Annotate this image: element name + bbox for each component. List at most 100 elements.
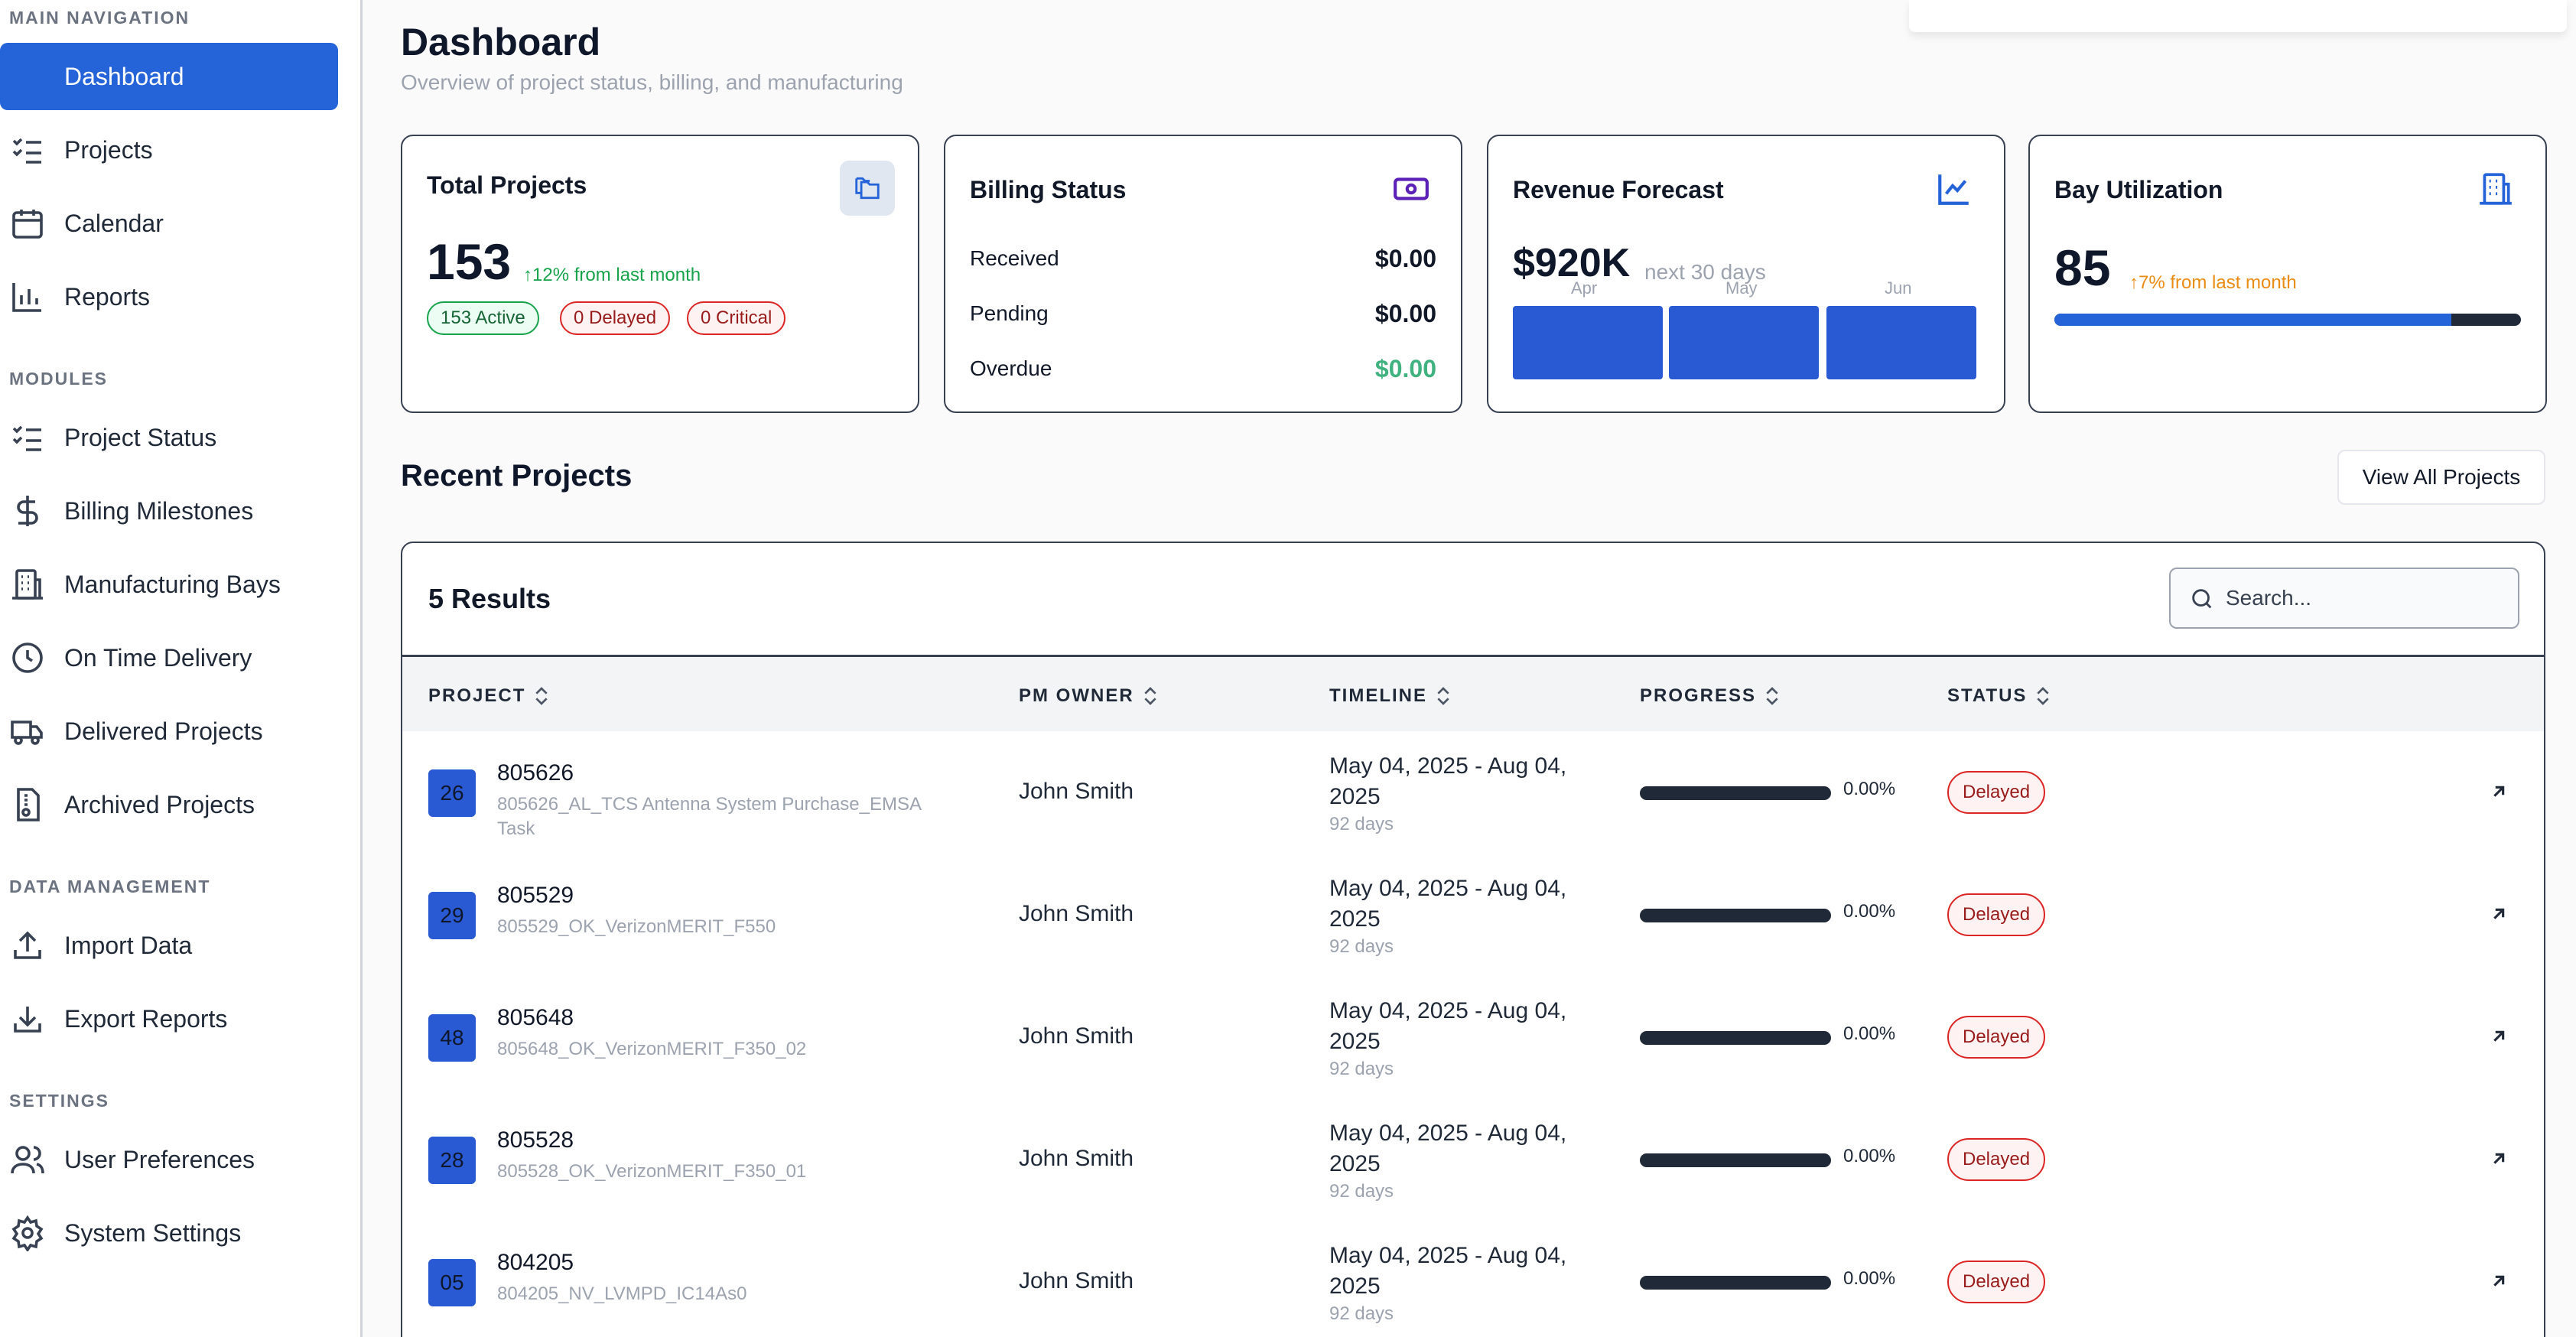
- sidebar-item-label: Reports: [64, 282, 151, 311]
- bay-utilization-value: 85: [2054, 239, 2111, 296]
- column-header-label: STATUS: [1947, 685, 2028, 706]
- sidebar-item-system-settings[interactable]: System Settings: [0, 1199, 338, 1267]
- results-count: 5 Results: [428, 583, 551, 614]
- bay-utilization-fill: [2054, 314, 2451, 326]
- app-root: MAIN NAVIGATION Dashboard Projects Calen…: [0, 0, 2576, 1337]
- sidebar-item-projects[interactable]: Projects: [0, 116, 338, 184]
- sidebar-item-reports[interactable]: Reports: [0, 263, 338, 330]
- total-projects-card: Total Projects 153 ↑12% from last month …: [401, 135, 919, 413]
- bay-utilization-bar: [2054, 314, 2521, 326]
- sidebar-item-manufacturing-bays[interactable]: Manufacturing Bays: [0, 551, 338, 618]
- table-row[interactable]: 05 804205 804205_NV_LVMPD_IC14As0 John S…: [402, 1221, 2544, 1337]
- page-subtitle: Overview of project status, billing, and…: [401, 70, 903, 94]
- sidebar-item-label: Archived Projects: [64, 790, 255, 818]
- section-title-settings: SETTINGS: [9, 1091, 110, 1111]
- money-icon: [1394, 177, 1429, 200]
- view-all-projects-button[interactable]: View All Projects: [2337, 450, 2545, 505]
- sidebar-item-archived-projects[interactable]: Archived Projects: [0, 771, 338, 838]
- sidebar-item-calendar[interactable]: Calendar: [0, 190, 338, 257]
- progress-percent: 0.00%: [1843, 1023, 1896, 1044]
- table-header: PROJECT PM OWNER TIMELINE PROGRESS STATU…: [402, 655, 2544, 731]
- sort-icon: [1144, 687, 1156, 705]
- project-id: 805528: [497, 1127, 574, 1153]
- timeline: May 04, 2025 - Aug 04, 2025 92 days: [1329, 996, 1589, 1082]
- trend-text: 12% from last month: [532, 265, 701, 285]
- search-icon: [2192, 589, 2212, 609]
- folders-icon-box: [840, 161, 895, 216]
- sidebar-item-label: Projects: [64, 135, 153, 164]
- revenue-bar-may: [1669, 306, 1819, 379]
- delayed-pill: 0 Delayed: [560, 301, 671, 335]
- sidebar-item-billing-milestones[interactable]: Billing Milestones: [0, 477, 338, 545]
- column-header-status[interactable]: STATUS: [1947, 685, 2051, 708]
- sidebar-item-import-data[interactable]: Import Data: [0, 912, 338, 979]
- billing-value: $0.00: [1374, 354, 1436, 382]
- timeline: May 04, 2025 - Aug 04, 2025 92 days: [1329, 751, 1589, 837]
- column-header-label: PM OWNER: [1019, 685, 1134, 706]
- sidebar: MAIN NAVIGATION Dashboard Projects Calen…: [0, 0, 363, 1337]
- top-overlay-panel: [1909, 0, 2567, 32]
- timeline-days: 92 days: [1329, 936, 1394, 957]
- timeline-range: May 04, 2025 - Aug 04, 2025: [1329, 753, 1567, 809]
- timeline-days: 92 days: [1329, 814, 1394, 834]
- column-header-project[interactable]: PROJECT: [428, 685, 550, 708]
- sidebar-item-project-status[interactable]: Project Status: [0, 404, 338, 471]
- sidebar-item-user-preferences[interactable]: User Preferences: [0, 1126, 338, 1193]
- search-input[interactable]: [2226, 569, 2509, 627]
- open-external-icon[interactable]: [2486, 1023, 2512, 1049]
- column-header-progress[interactable]: PROGRESS: [1640, 685, 1781, 708]
- timeline-days: 92 days: [1329, 1059, 1394, 1079]
- sidebar-item-label: On Time Delivery: [64, 643, 252, 672]
- sort-icon: [1766, 687, 1778, 705]
- table-row[interactable]: 28 805528 805528_OK_VerizonMERIT_F350_01…: [402, 1098, 2544, 1221]
- project-id: 804205: [497, 1250, 574, 1275]
- column-header-pm-owner[interactable]: PM OWNER: [1019, 685, 1159, 708]
- open-external-icon[interactable]: [2486, 1146, 2512, 1172]
- users-icon: [11, 1146, 44, 1174]
- sidebar-item-export-reports[interactable]: Export Reports: [0, 985, 338, 1052]
- billing-status-card: Billing Status Received $0.00 Pending $0…: [944, 135, 1462, 413]
- open-external-icon[interactable]: [2486, 1268, 2512, 1294]
- sidebar-item-dashboard[interactable]: Dashboard: [0, 43, 338, 110]
- sidebar-item-on-time-delivery[interactable]: On Time Delivery: [0, 624, 338, 691]
- sort-icon: [2037, 687, 2050, 705]
- billing-pending-row: Pending $0.00: [970, 298, 1436, 329]
- dollar-icon: [17, 496, 38, 526]
- sidebar-item-delivered-projects[interactable]: Delivered Projects: [0, 698, 338, 765]
- revenue-bar-jun: [1826, 306, 1976, 379]
- timeline-days: 92 days: [1329, 1181, 1394, 1202]
- billing-value: $0.00: [1374, 244, 1436, 272]
- checklist-icon: [12, 425, 41, 451]
- table-row[interactable]: 48 805648 805648_OK_VerizonMERIT_F350_02…: [402, 976, 2544, 1098]
- billing-label: Overdue: [970, 356, 1052, 380]
- table-row[interactable]: 26 805626 805626_AL_TCS Antenna System P…: [402, 731, 2544, 854]
- project-description: 805528_OK_VerizonMERIT_F350_01: [497, 1161, 807, 1182]
- folders-icon: [855, 177, 880, 200]
- status-badge: Delayed: [1947, 893, 2046, 936]
- open-external-icon[interactable]: [2486, 901, 2512, 927]
- upload-icon: [14, 931, 41, 959]
- card-title: Bay Utilization: [2054, 176, 2223, 203]
- arrow-up-icon: ↑: [2129, 272, 2139, 293]
- open-external-icon[interactable]: [2486, 779, 2512, 805]
- pm-owner: John Smith: [1019, 779, 1134, 804]
- archive-icon: [17, 788, 40, 821]
- timeline-range: May 04, 2025 - Aug 04, 2025: [1329, 876, 1567, 932]
- table-row[interactable]: 29 805529 805529_OK_VerizonMERIT_F550 Jo…: [402, 854, 2544, 976]
- status-badge: Delayed: [1947, 1016, 2046, 1059]
- page-title: Dashboard: [401, 21, 601, 63]
- sidebar-item-label: Import Data: [64, 931, 193, 959]
- card-title: Revenue Forecast: [1513, 176, 1724, 203]
- clock-icon: [12, 642, 43, 673]
- timeline-range: May 04, 2025 - Aug 04, 2025: [1329, 998, 1567, 1054]
- billing-label: Received: [970, 246, 1059, 270]
- status-badge: Delayed: [1947, 771, 2046, 814]
- project-badge: 28: [428, 1137, 476, 1184]
- progress-percent: 0.00%: [1843, 901, 1896, 922]
- column-header-label: PROJECT: [428, 685, 526, 706]
- progress-percent: 0.00%: [1843, 779, 1896, 799]
- timeline: May 04, 2025 - Aug 04, 2025 92 days: [1329, 1241, 1589, 1326]
- project-badge: 48: [428, 1014, 476, 1062]
- column-header-timeline[interactable]: TIMELINE: [1329, 685, 1452, 708]
- calendar-icon: [12, 210, 43, 239]
